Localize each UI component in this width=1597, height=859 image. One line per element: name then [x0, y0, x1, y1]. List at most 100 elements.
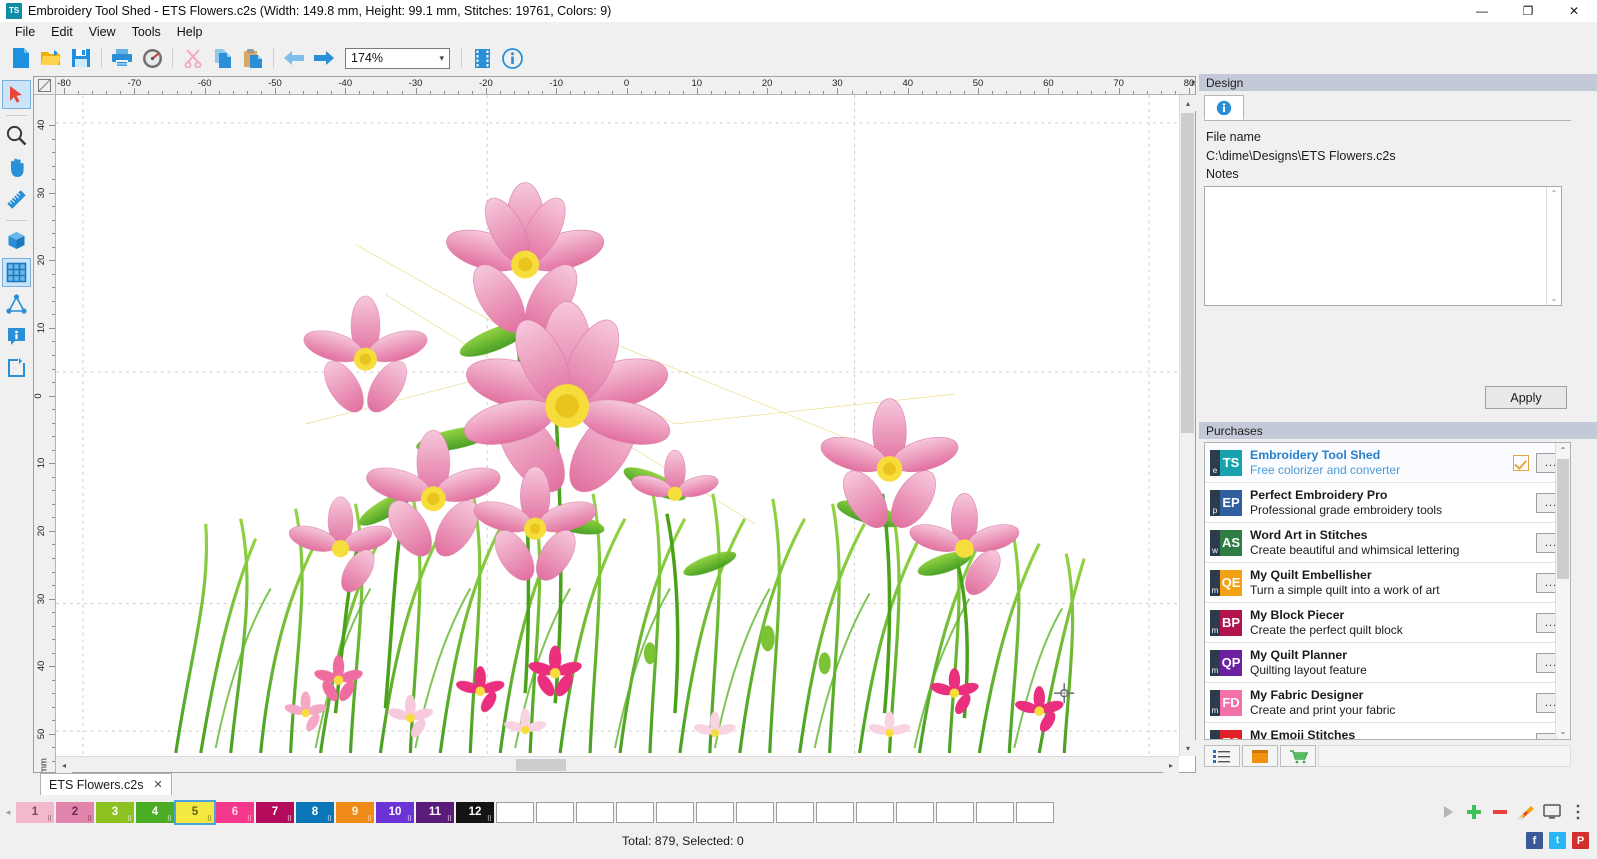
- color-swatch-empty[interactable]: [936, 802, 974, 823]
- color-swatch[interactable]: 8⠿: [296, 802, 334, 823]
- filmstrip-icon[interactable]: [467, 44, 497, 72]
- close-icon[interactable]: ✕: [153, 778, 162, 791]
- undo-arrow-icon[interactable]: [279, 44, 309, 72]
- save-icon[interactable]: [66, 44, 96, 72]
- zoom-magnifier-tool[interactable]: [2, 121, 31, 150]
- monitor-preview-icon[interactable]: [1539, 800, 1565, 824]
- palette-prev-arrow-icon[interactable]: ◂: [0, 795, 16, 829]
- color-swatch-empty[interactable]: [736, 802, 774, 823]
- hoop-tool[interactable]: [2, 354, 31, 383]
- color-swatch[interactable]: 2⠿: [56, 802, 94, 823]
- color-swatch-empty[interactable]: [696, 802, 734, 823]
- twitter-icon[interactable]: t: [1549, 832, 1566, 849]
- color-swatch-grip-icon[interactable]: ⠿: [207, 817, 212, 822]
- purchase-row[interactable]: mQEMy Quilt EmbellisherTurn a simple qui…: [1205, 563, 1570, 603]
- color-swatch-empty[interactable]: [896, 802, 934, 823]
- apply-button[interactable]: Apply: [1485, 386, 1567, 409]
- purchases-scrollbar[interactable]: ⌃⌄: [1555, 443, 1570, 739]
- document-tab-ets-flowers[interactable]: ETS Flowers.c2s ✕: [40, 773, 172, 795]
- color-swatch-grip-icon[interactable]: ⠿: [47, 817, 52, 822]
- embroidery-design-stage[interactable]: [56, 95, 1179, 756]
- color-swatch-grip-icon[interactable]: ⠿: [287, 817, 292, 822]
- facebook-icon[interactable]: f: [1526, 832, 1543, 849]
- grid-tool[interactable]: [2, 258, 31, 287]
- menu-item-tools[interactable]: Tools: [124, 23, 169, 41]
- purchases-list[interactable]: eTSEmbroidery Tool ShedFree colorizer an…: [1204, 442, 1571, 740]
- cut-icon[interactable]: [178, 44, 208, 72]
- info-tool[interactable]: [2, 322, 31, 351]
- color-swatch-empty[interactable]: [616, 802, 654, 823]
- color-swatch[interactable]: 6⠿: [216, 802, 254, 823]
- color-swatch-empty[interactable]: [776, 802, 814, 823]
- scroll-right-button[interactable]: ▸: [1163, 757, 1179, 773]
- color-swatch[interactable]: 10⠿: [376, 802, 414, 823]
- color-swatch[interactable]: 11⠿: [416, 802, 454, 823]
- info-icon[interactable]: [497, 44, 527, 72]
- canvas-vertical-scrollbar[interactable]: ▴ ▾: [1179, 95, 1195, 756]
- color-swatch-grip-icon[interactable]: ⠿: [247, 817, 252, 822]
- color-swatch-empty[interactable]: [976, 802, 1014, 823]
- color-swatch[interactable]: 5⠿: [176, 802, 214, 823]
- purchase-row[interactable]: mBPMy Block PiecerCreate the perfect qui…: [1205, 603, 1570, 643]
- color-swatch-grip-icon[interactable]: ⠿: [487, 817, 492, 822]
- color-swatch-grip-icon[interactable]: ⠿: [127, 817, 132, 822]
- notes-scrollbar[interactable]: ⌃ ⌄: [1546, 187, 1561, 305]
- list-view-icon[interactable]: [1204, 745, 1240, 767]
- color-fan-icon[interactable]: [1513, 800, 1539, 824]
- scroll-left-button[interactable]: ◂: [56, 757, 72, 773]
- minimize-button[interactable]: —: [1459, 0, 1505, 22]
- paste-icon[interactable]: [238, 44, 268, 72]
- color-swatch[interactable]: 1⠿: [16, 802, 54, 823]
- color-swatch-grip-icon[interactable]: ⠿: [407, 817, 412, 822]
- ruler-origin-corner[interactable]: [34, 77, 56, 95]
- copy-icon[interactable]: [208, 44, 238, 72]
- open-folder-icon[interactable]: [36, 44, 66, 72]
- color-swatch-grip-icon[interactable]: ⠿: [367, 817, 372, 822]
- menu-item-help[interactable]: Help: [169, 23, 211, 41]
- shopping-cart-icon[interactable]: [1280, 745, 1316, 767]
- color-swatch[interactable]: 12⠿: [456, 802, 494, 823]
- color-swatch-grip-icon[interactable]: ⠿: [327, 817, 332, 822]
- color-swatch-empty[interactable]: [576, 802, 614, 823]
- select-pointer-tool[interactable]: [2, 80, 31, 109]
- maximize-button[interactable]: ❐: [1505, 0, 1551, 22]
- menu-item-view[interactable]: View: [81, 23, 124, 41]
- color-swatch-empty[interactable]: [536, 802, 574, 823]
- color-swatch[interactable]: 4⠿: [136, 802, 174, 823]
- scroll-down-button[interactable]: ▾: [1180, 740, 1196, 756]
- canvas-horizontal-scrollbar[interactable]: ◂ ▸: [56, 756, 1179, 772]
- more-options-icon[interactable]: [1565, 800, 1591, 824]
- purchase-row[interactable]: mQPMy Quilt PlannerQuilting layout featu…: [1205, 643, 1570, 683]
- menu-item-edit[interactable]: Edit: [43, 23, 81, 41]
- zoom-level-combobox[interactable]: 174% ▾: [345, 48, 450, 69]
- stitch-estimate-icon[interactable]: [137, 44, 167, 72]
- purchase-row[interactable]: pEPPerfect Embroidery ProProfessional gr…: [1205, 483, 1570, 523]
- pinterest-icon[interactable]: P: [1572, 832, 1589, 849]
- color-swatch-grip-icon[interactable]: ⠿: [87, 817, 92, 822]
- print-icon[interactable]: [107, 44, 137, 72]
- purchase-row[interactable]: wASWord Art in StitchesCreate beautiful …: [1205, 523, 1570, 563]
- pan-hand-tool[interactable]: [2, 153, 31, 182]
- notes-scroll-up-icon[interactable]: ⌃: [1551, 187, 1558, 200]
- horizontal-scroll-thumb[interactable]: [516, 759, 566, 771]
- play-arrow-icon[interactable]: [1435, 800, 1461, 824]
- vertical-ruler[interactable]: 4030201001020304050mm: [34, 95, 56, 772]
- notes-scroll-down-icon[interactable]: ⌄: [1551, 292, 1558, 305]
- menu-item-file[interactable]: File: [7, 23, 43, 41]
- three-d-view-tool[interactable]: [2, 226, 31, 255]
- color-swatch-empty[interactable]: [1016, 802, 1054, 823]
- purchases-scroll-thumb[interactable]: [1557, 459, 1569, 579]
- nodes-tool[interactable]: [2, 290, 31, 319]
- purchase-row[interactable]: mFDMy Fabric DesignerCreate and print yo…: [1205, 683, 1570, 723]
- color-swatch-empty[interactable]: [496, 802, 534, 823]
- color-swatch[interactable]: 3⠿: [96, 802, 134, 823]
- color-swatch-grip-icon[interactable]: ⠿: [447, 817, 452, 822]
- redo-arrow-icon[interactable]: [309, 44, 339, 72]
- color-swatch[interactable]: 9⠿: [336, 802, 374, 823]
- color-swatch-empty[interactable]: [856, 802, 894, 823]
- color-swatch[interactable]: 7⠿: [256, 802, 294, 823]
- horizontal-ruler[interactable]: -80-70-60-50-40-30-20-100102030405060708…: [56, 77, 1195, 95]
- purchases-scroll-up-icon[interactable]: ⌃: [1556, 443, 1570, 458]
- package-box-icon[interactable]: [1242, 745, 1278, 767]
- color-swatch-empty[interactable]: [816, 802, 854, 823]
